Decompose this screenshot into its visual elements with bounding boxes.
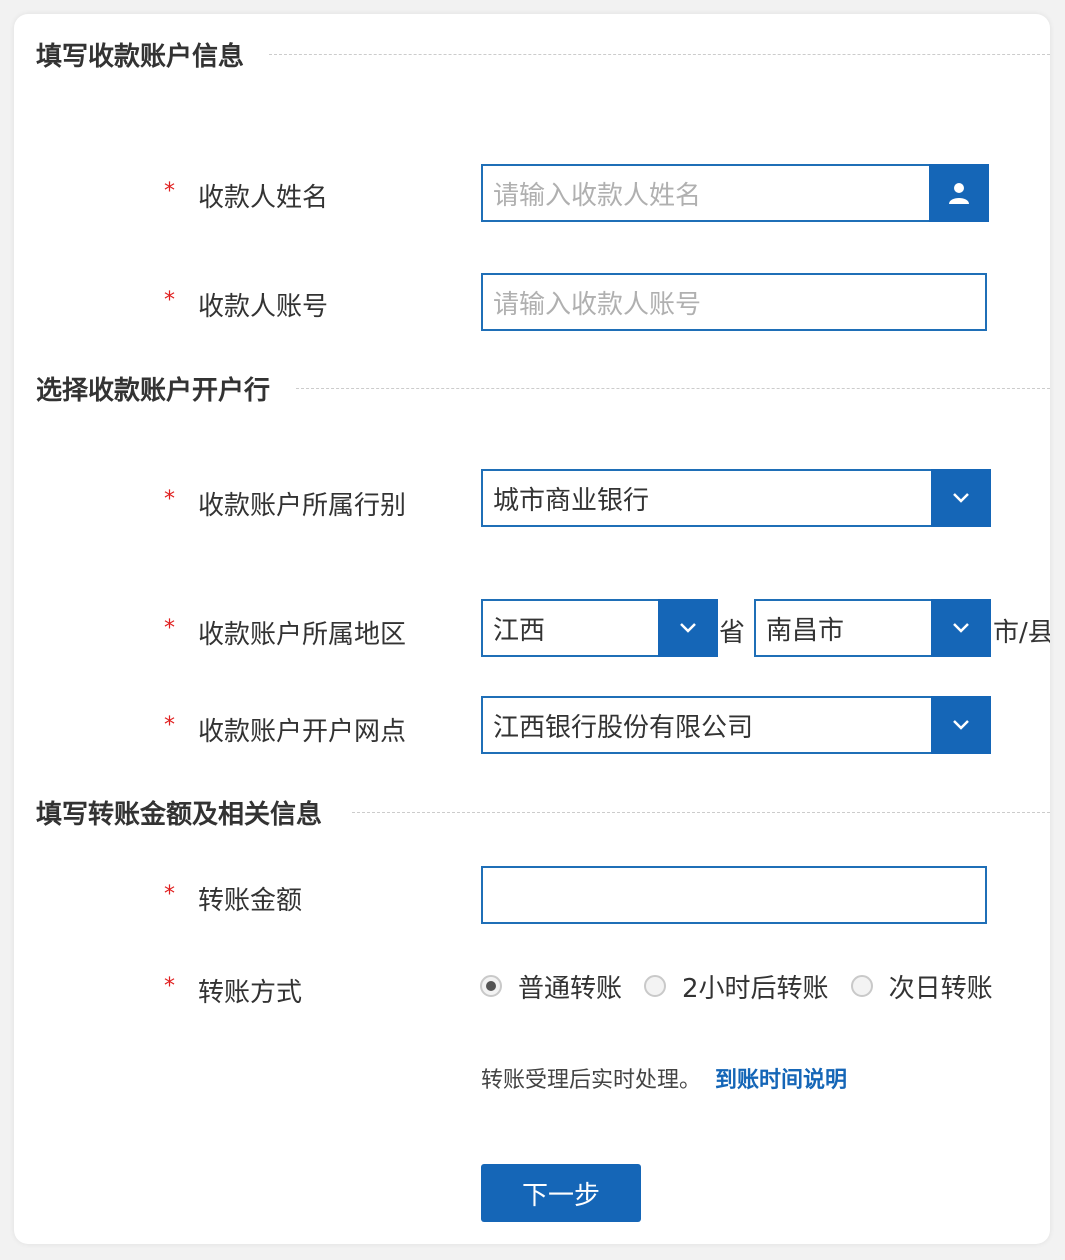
radio-selected-dot	[486, 981, 496, 991]
method-label: 转账方式	[198, 978, 303, 1008]
bank-type-select[interactable]: 城市商业银行	[481, 469, 991, 527]
payee-name-label: 收款人姓名	[198, 183, 329, 213]
branch-dropdown-button[interactable]	[931, 696, 991, 754]
required-mark: *	[164, 974, 175, 999]
payee-account-label: 收款人账号	[198, 292, 329, 322]
note-text: 转账受理后实时处理。	[481, 1068, 702, 1093]
section-title-payee-info: 填写收款账户信息	[36, 41, 245, 72]
section-divider	[352, 812, 1050, 813]
province-value: 江西	[493, 615, 546, 646]
branch-select[interactable]: 江西银行股份有限公司	[481, 696, 991, 754]
transfer-method-radio-group: 普通转账 2小时后转账 次日转账	[480, 966, 1015, 1006]
radio-normal-transfer[interactable]: 普通转账	[480, 968, 622, 1005]
city-dropdown-button[interactable]	[931, 599, 991, 657]
payee-account-placeholder: 请输入收款人账号	[493, 289, 702, 320]
payee-account-input[interactable]: 请输入收款人账号	[481, 273, 987, 331]
radio-2h-transfer[interactable]: 2小时后转账	[644, 968, 829, 1005]
transfer-note: 转账受理后实时处理。 到账时间说明	[481, 1062, 847, 1094]
section-divider	[269, 54, 1050, 55]
branch-value: 江西银行股份有限公司	[493, 712, 754, 743]
city-select[interactable]: 南昌市	[754, 599, 991, 657]
province-select[interactable]: 江西	[481, 599, 718, 657]
region-label: 收款账户所属地区	[198, 620, 407, 650]
branch-label: 收款账户开户网点	[198, 717, 407, 747]
radio-label: 次日转账	[888, 973, 993, 1004]
radio-label: 2小时后转账	[682, 973, 829, 1004]
bank-type-dropdown-button[interactable]	[931, 469, 991, 527]
payee-name-input[interactable]: 请输入收款人姓名	[481, 164, 989, 222]
required-mark: *	[164, 288, 175, 313]
required-mark: *	[164, 179, 175, 204]
chevron-down-icon	[953, 623, 969, 633]
user-icon	[949, 183, 969, 204]
city-value: 南昌市	[766, 615, 845, 646]
required-mark: *	[164, 713, 175, 738]
province-suffix: 省	[719, 618, 746, 648]
required-mark: *	[164, 882, 175, 907]
chevron-down-icon	[680, 623, 696, 633]
chevron-down-icon	[953, 493, 969, 503]
bank-type-value: 城市商业银行	[493, 485, 650, 516]
city-suffix: 市/县	[993, 618, 1050, 648]
section-title-amount-info: 填写转账金额及相关信息	[36, 799, 323, 830]
radio-button[interactable]	[644, 975, 667, 997]
transfer-form: 填写收款账户信息 * 收款人姓名 请输入收款人姓名 * 收款人账号 请输入收款人…	[14, 14, 1050, 1244]
radio-label: 普通转账	[518, 973, 623, 1004]
chevron-down-icon	[953, 720, 969, 730]
radio-button[interactable]	[480, 975, 502, 997]
contact-picker-button[interactable]	[929, 164, 989, 222]
radio-next-day-transfer[interactable]: 次日转账	[850, 968, 993, 1005]
bank-type-label: 收款账户所属行别	[198, 491, 407, 521]
section-divider	[296, 388, 1050, 389]
amount-label: 转账金额	[198, 886, 303, 916]
payee-name-placeholder: 请输入收款人姓名	[493, 180, 702, 211]
province-dropdown-button[interactable]	[658, 599, 718, 657]
radio-button[interactable]	[850, 975, 873, 997]
next-step-button[interactable]: 下一步	[481, 1164, 641, 1222]
required-mark: *	[164, 616, 175, 641]
required-mark: *	[164, 487, 175, 512]
section-title-bank: 选择收款账户开户行	[36, 375, 271, 406]
arrival-time-link[interactable]: 到账时间说明	[715, 1068, 847, 1093]
amount-input[interactable]	[481, 866, 987, 924]
